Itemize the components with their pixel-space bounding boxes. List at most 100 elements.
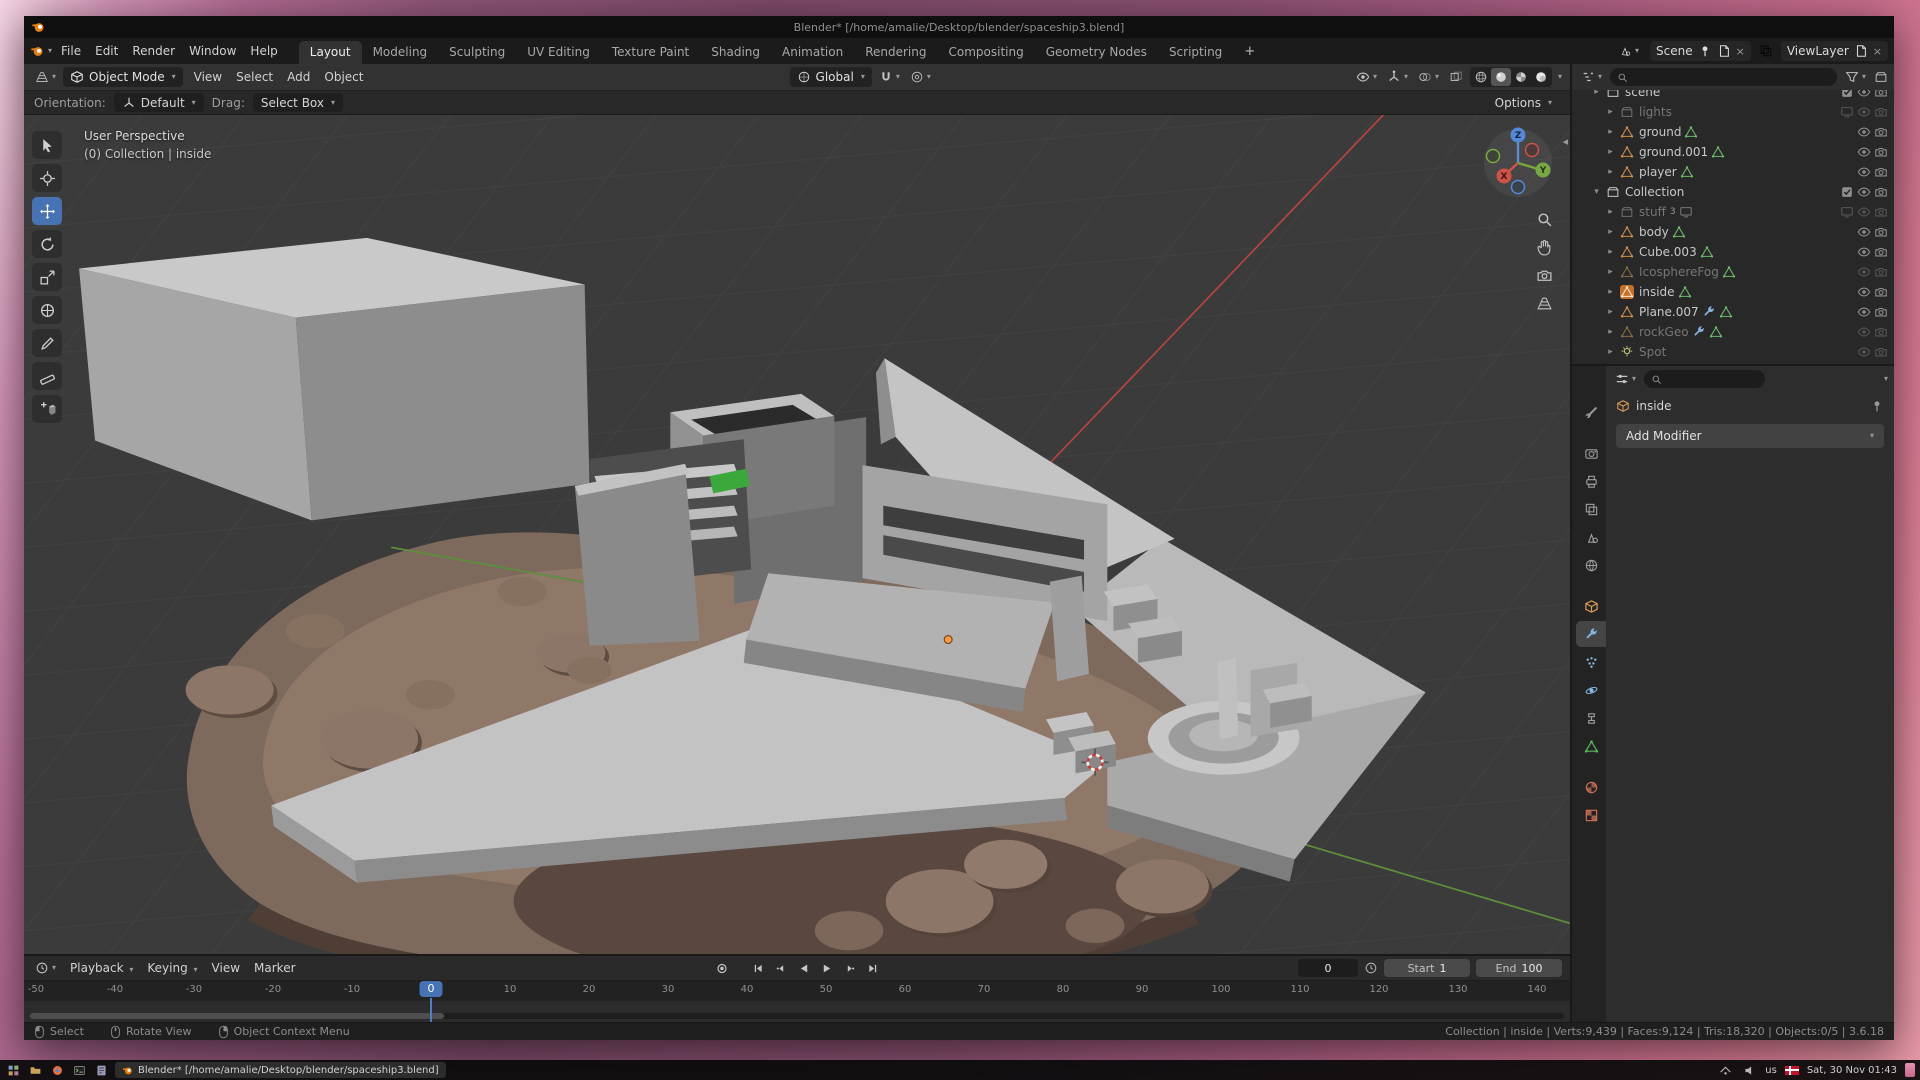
properties-tab-scene[interactable]: [1576, 524, 1606, 550]
properties-tab-output[interactable]: [1576, 468, 1606, 494]
camera-icon[interactable]: [1874, 345, 1888, 359]
jump-to-start-button[interactable]: [748, 959, 768, 977]
tool-add-cube[interactable]: [32, 395, 62, 423]
screen-icon[interactable]: [1840, 205, 1854, 219]
object-visibility-dropdown[interactable]: ▾: [1353, 70, 1380, 84]
properties-tab-data[interactable]: [1576, 733, 1606, 759]
tool-measure[interactable]: [32, 362, 62, 390]
eye-icon[interactable]: [1857, 325, 1871, 339]
outliner-filter-button[interactable]: ▾: [1842, 70, 1869, 84]
zoom-icon[interactable]: [1536, 211, 1553, 228]
taskbar-clock[interactable]: Sat, 30 Nov 01:43: [1807, 1065, 1897, 1076]
menu-edit[interactable]: Edit: [88, 42, 125, 60]
tool-cursor[interactable]: [32, 164, 62, 192]
timeline-tracks[interactable]: [24, 1000, 1570, 1022]
properties-tab-tool[interactable]: [1576, 399, 1606, 425]
eye-icon[interactable]: [1857, 245, 1871, 259]
workspace-tab-animation[interactable]: Animation: [771, 41, 854, 64]
start-frame-field[interactable]: Start1: [1384, 959, 1470, 977]
disclosure-triangle[interactable]: ▸: [1604, 287, 1617, 297]
camera-view-icon[interactable]: [1536, 267, 1553, 284]
outliner-row-Plane.007[interactable]: ▸Plane.007: [1572, 302, 1894, 322]
editor-type-button[interactable]: ▾: [32, 70, 59, 84]
workspace-tab-rendering[interactable]: Rendering: [854, 41, 937, 64]
camera-icon[interactable]: [1874, 90, 1888, 99]
workspace-tab-sculpting[interactable]: Sculpting: [438, 41, 516, 64]
workspace-tab-layout[interactable]: Layout: [299, 41, 362, 64]
properties-tab-modifiers[interactable]: [1576, 621, 1606, 647]
add-workspace-button[interactable]: +: [1235, 44, 1264, 59]
previous-keyframe-button[interactable]: [771, 959, 791, 977]
files-icon[interactable]: [27, 1062, 43, 1078]
current-frame-field[interactable]: 0: [1298, 959, 1358, 977]
auto-key-button[interactable]: [712, 959, 732, 977]
chevron-down-icon[interactable]: ▾: [1884, 375, 1888, 383]
pin-icon[interactable]: [1698, 44, 1712, 58]
tool-tweak[interactable]: [32, 131, 62, 159]
tool-move[interactable]: [32, 197, 62, 225]
camera-icon[interactable]: [1874, 205, 1888, 219]
properties-tab-constraints[interactable]: [1576, 705, 1606, 731]
blender-app-menu-icon[interactable]: [30, 44, 44, 58]
outliner-row-lights[interactable]: ▸lights: [1572, 102, 1894, 122]
properties-tab-object[interactable]: [1576, 593, 1606, 619]
new-collection-icon[interactable]: [1874, 70, 1888, 84]
eye-icon[interactable]: [1857, 105, 1871, 119]
eye-icon[interactable]: [1857, 265, 1871, 279]
frame-ruler[interactable]: -50-40-30-20-100102030405060708090100110…: [24, 980, 1570, 1000]
xray-toggle[interactable]: [1446, 70, 1466, 84]
remove-viewlayer-icon[interactable]: ×: [1873, 45, 1882, 58]
disclosure-triangle[interactable]: ▸: [1604, 127, 1617, 137]
timeline-menu-marker[interactable]: Marker: [247, 959, 302, 977]
viewport-3d[interactable]: User Perspective (0) Collection | inside…: [24, 114, 1570, 954]
eye-icon[interactable]: [1857, 285, 1871, 299]
menu-file[interactable]: File: [54, 42, 88, 60]
overlays-toggle[interactable]: ▾: [1415, 70, 1442, 84]
terminal-icon[interactable]: [71, 1062, 87, 1078]
outliner-editor-type-button[interactable]: ▾: [1578, 70, 1605, 84]
disclosure-triangle[interactable]: ▸: [1604, 147, 1617, 157]
proportional-edit-toggle[interactable]: ▾: [907, 70, 934, 84]
orientation-dropdown[interactable]: Default ▾: [114, 93, 204, 112]
camera-icon[interactable]: [1874, 265, 1888, 279]
new-viewlayer-icon[interactable]: [1854, 44, 1868, 58]
workspace-tab-uv-editing[interactable]: UV Editing: [516, 41, 601, 64]
disclosure-triangle[interactable]: ▸: [1604, 167, 1617, 177]
properties-search-input[interactable]: [1644, 370, 1765, 388]
properties-tab-texture[interactable]: [1576, 802, 1606, 828]
shading-rendered-button[interactable]: [1531, 68, 1551, 86]
transform-orientation-selector[interactable]: Global ▾: [790, 67, 872, 87]
camera-icon[interactable]: [1874, 165, 1888, 179]
viewport-menu-select[interactable]: Select: [229, 68, 280, 86]
disclosure-triangle[interactable]: ▸: [1604, 267, 1617, 277]
eye-icon[interactable]: [1857, 90, 1871, 99]
viewport-menu-view[interactable]: View: [187, 68, 229, 86]
sidebar-collapse-arrow[interactable]: ◂: [1562, 135, 1568, 148]
outliner-row-IcosphereFog[interactable]: ▸IcosphereFog: [1572, 262, 1894, 282]
properties-tab-particles[interactable]: [1576, 649, 1606, 675]
disclosure-triangle[interactable]: ▸: [1604, 307, 1617, 317]
properties-tab-view-layer[interactable]: [1576, 496, 1606, 522]
tool-rotate[interactable]: [32, 230, 62, 258]
properties-tab-world[interactable]: [1576, 552, 1606, 578]
menu-help[interactable]: Help: [243, 42, 284, 60]
disclosure-triangle[interactable]: ▸: [1604, 327, 1617, 337]
editor-icon[interactable]: [93, 1062, 109, 1078]
eye-icon[interactable]: [1857, 125, 1871, 139]
play-button[interactable]: [817, 959, 837, 977]
timeline-scrollbar-thumb[interactable]: [30, 1013, 444, 1019]
outliner-row-ground.001[interactable]: ▸ground.001: [1572, 142, 1894, 162]
pan-hand-icon[interactable]: [1536, 239, 1553, 256]
playhead-badge[interactable]: 0: [420, 981, 443, 997]
eye-icon[interactable]: [1857, 145, 1871, 159]
new-scene-icon[interactable]: [1717, 44, 1731, 58]
tool-annotate[interactable]: [32, 329, 62, 357]
camera-icon[interactable]: [1874, 185, 1888, 199]
camera-icon[interactable]: [1874, 145, 1888, 159]
gizmos-toggle[interactable]: ▾: [1384, 70, 1411, 84]
outliner-search-input[interactable]: [1610, 68, 1837, 86]
workspace-tab-shading[interactable]: Shading: [700, 41, 771, 64]
scene-canvas[interactable]: [24, 115, 1570, 954]
checkbox-icon[interactable]: [1840, 90, 1854, 99]
workspace-tab-modeling[interactable]: Modeling: [362, 41, 439, 64]
